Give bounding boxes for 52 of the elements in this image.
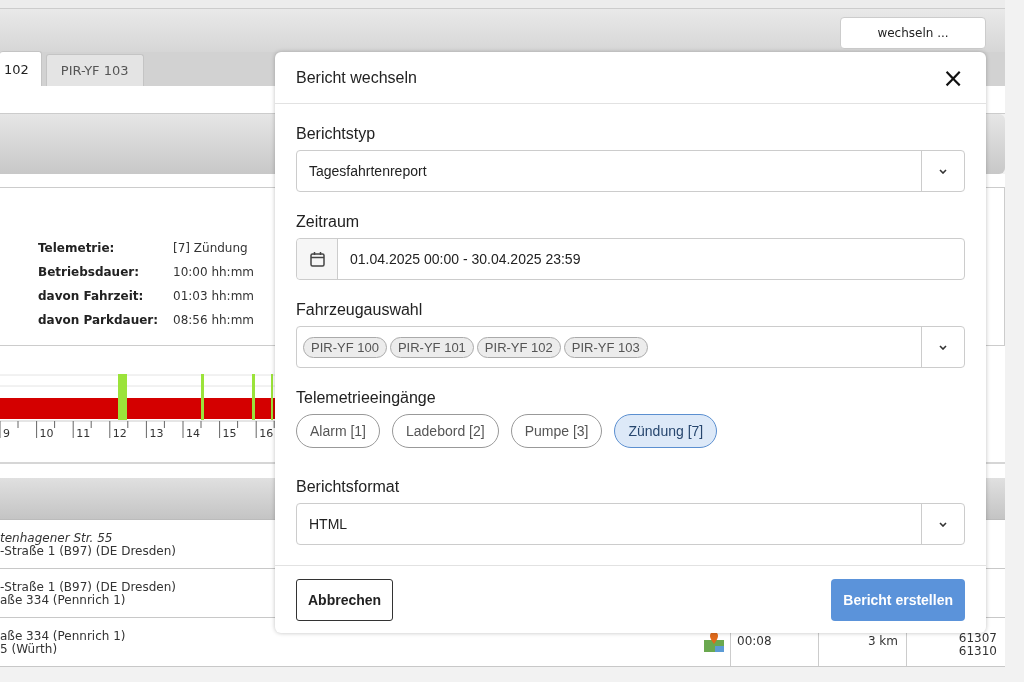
- field-label: Berichtsformat: [296, 477, 400, 498]
- summary-label: davon Parkdauer:: [38, 312, 160, 328]
- hour-label: 11: [76, 427, 91, 440]
- cancel-button[interactable]: Abbrechen: [296, 578, 394, 621]
- field-label: Fahrzeugauswahl: [296, 300, 423, 321]
- address-text: aße 334 (Pennrich 1): [0, 594, 126, 607]
- vehicle-tab[interactable]: PIR-YF 103: [45, 54, 144, 86]
- vehicle-chip[interactable]: PIR-YF 101: [389, 336, 474, 358]
- dialog-title: Bericht wechseln: [296, 68, 417, 87]
- telemetry-toggle[interactable]: Zündung [7]: [614, 414, 718, 449]
- address-text: 5 (Würth): [0, 643, 58, 656]
- summary-value: 08:56 hh:mm: [173, 312, 256, 328]
- summary-label: davon Fahrzeit:: [38, 288, 145, 304]
- address-text: -Straße 1 (B97) (DE Dresden): [0, 581, 176, 594]
- hour-label: 14: [186, 427, 200, 440]
- hour-label: 16: [259, 427, 274, 440]
- summary-label: Telemetrie:: [38, 240, 116, 256]
- caret-icon: [939, 521, 947, 527]
- hour-label: 9: [3, 427, 10, 440]
- switch-button[interactable]: wechseln ...: [840, 17, 986, 49]
- summary-label: Betriebsdauer:: [38, 264, 140, 280]
- caret-icon: [939, 344, 947, 350]
- vehicle-select[interactable]: PIR-YF 100 PIR-YF 101 PIR-YF 102 PIR-YF 103: [296, 326, 965, 369]
- trip-id-text: 61307: [958, 632, 997, 645]
- telemetry-toggle[interactable]: Ladebord [2]: [392, 414, 499, 449]
- calendar-icon: [309, 251, 325, 268]
- hour-label: 15: [222, 427, 237, 440]
- hour-label: 13: [149, 427, 164, 440]
- hour-label: 10: [39, 427, 54, 440]
- summary-value: 10:00 hh:mm: [173, 264, 256, 280]
- telemetry-toggle[interactable]: Alarm [1]: [296, 414, 380, 449]
- address-text: tenhagener Str. 55: [0, 532, 113, 545]
- address-text: aße 334 (Pennrich 1): [0, 630, 126, 643]
- vehicle-chip[interactable]: PIR-YF 103: [563, 336, 648, 358]
- caret-icon: [939, 168, 947, 174]
- vehicle-tab[interactable]: 102: [0, 51, 42, 86]
- field-label: Berichtstyp: [296, 124, 376, 145]
- report-type-select[interactable]: Tagesfahrtenreport: [296, 150, 965, 193]
- vehicle-chip[interactable]: PIR-YF 100: [303, 336, 387, 358]
- date-range-field[interactable]: 01.04.2025 00:00 - 30.04.2025 23:59: [296, 238, 965, 281]
- summary-value: [7] Zündung: [173, 240, 249, 256]
- address-text: -Straße 1 (B97) (DE Dresden): [0, 545, 176, 558]
- trip-id-text: 61310: [958, 645, 997, 658]
- summary-value: 01:03 hh:mm: [173, 288, 256, 304]
- field-label: Zeitraum: [296, 212, 360, 233]
- telemetry-toggle[interactable]: Pumpe [3]: [510, 414, 603, 449]
- hour-label: 12: [112, 427, 127, 440]
- vehicle-chip[interactable]: PIR-YF 102: [476, 336, 561, 358]
- field-label: Telemetrieeingänge: [296, 388, 436, 409]
- report-format-select[interactable]: HTML: [296, 503, 965, 546]
- close-button[interactable]: ×: [940, 64, 966, 91]
- map-pin-icon[interactable]: [703, 631, 725, 653]
